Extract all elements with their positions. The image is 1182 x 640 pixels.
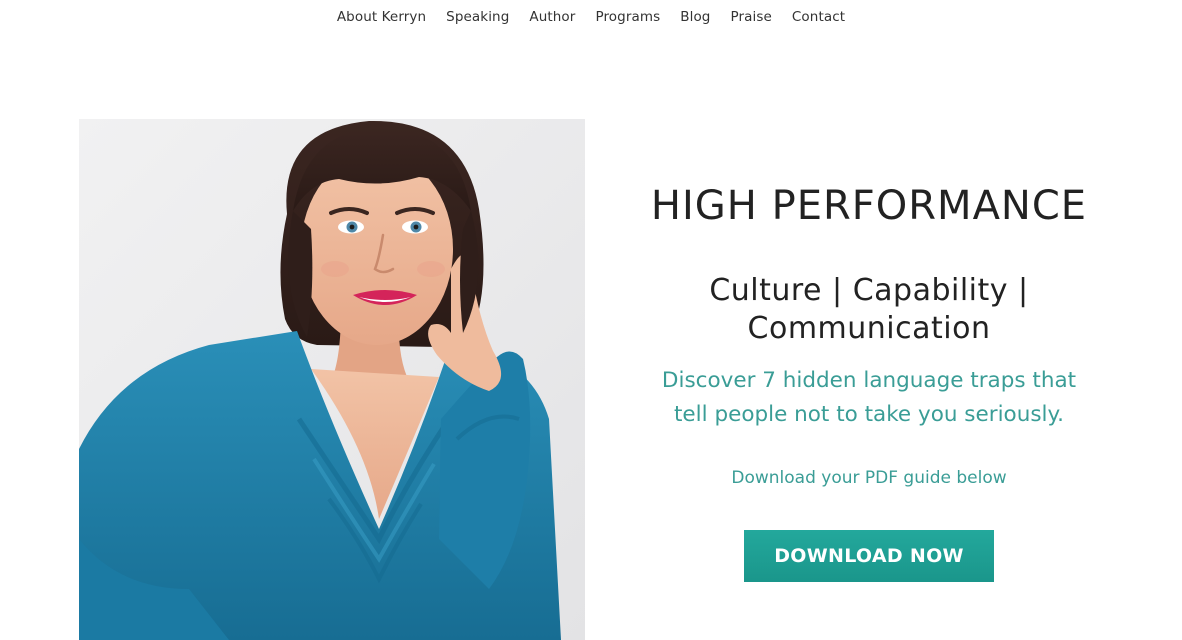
download-note: Download your PDF guide below bbox=[731, 468, 1007, 488]
nav-link-speaking[interactable]: Speaking bbox=[436, 0, 519, 34]
nav-link-about-kerryn[interactable]: About Kerryn bbox=[327, 0, 436, 34]
nav-link-author[interactable]: Author bbox=[519, 0, 585, 34]
hero-tagline-line-2: tell people not to take you seriously. bbox=[674, 402, 1064, 427]
hero-subheadline-line-2: Communication bbox=[747, 311, 991, 346]
hero-tagline: Discover 7 hidden language traps that te… bbox=[620, 364, 1118, 432]
hero-portrait-photo bbox=[79, 119, 585, 640]
hero-subheadline: Culture | Capability | Communication bbox=[620, 272, 1118, 348]
nav-link-blog[interactable]: Blog bbox=[670, 0, 720, 34]
nav-link-programs[interactable]: Programs bbox=[585, 0, 670, 34]
hero-tagline-line-1: Discover 7 hidden language traps that bbox=[661, 368, 1077, 393]
hero-subheadline-line-1: Culture | Capability | bbox=[709, 273, 1029, 308]
nav-link-contact[interactable]: Contact bbox=[782, 0, 855, 34]
download-now-button[interactable]: DOWNLOAD NOW bbox=[744, 530, 994, 582]
hero-content: HIGH PERFORMANCE Culture | Capability | … bbox=[620, 180, 1118, 582]
nav-link-praise[interactable]: Praise bbox=[720, 0, 781, 34]
top-nav: About Kerryn Speaking Author Programs Bl… bbox=[0, 0, 1182, 34]
hero-headline: HIGH PERFORMANCE bbox=[650, 183, 1088, 229]
